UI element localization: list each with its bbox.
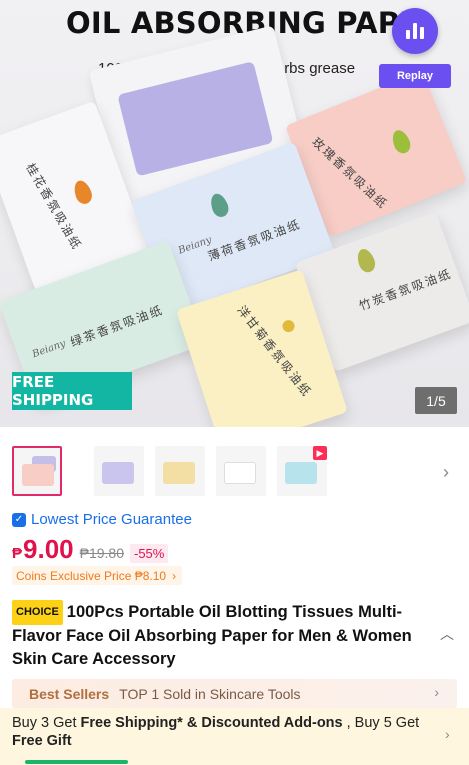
product-title-text: 100Pcs Portable Oil Blotting Tissues Mul…: [12, 603, 412, 668]
thumbnail-3[interactable]: [155, 446, 205, 496]
pack-label: 竹炭香氛吸油纸: [357, 266, 454, 314]
coins-label: Coins Exclusive Price ₱8.10: [16, 568, 167, 583]
thumbnail-4[interactable]: [216, 446, 266, 496]
pack-label: 绿茶香氛吸油纸: [68, 302, 166, 350]
discount-badge: -55%: [130, 544, 169, 563]
stats-chart-icon[interactable]: [392, 8, 438, 54]
thumbnail-next-chevron-right-icon[interactable]: ›: [443, 462, 449, 483]
lowest-price-guarantee[interactable]: ✓ Lowest Price Guarantee: [12, 511, 192, 528]
original-price: ₱19.80: [79, 545, 124, 561]
thumbnail-2[interactable]: [94, 446, 144, 496]
guarantee-label: Lowest Price Guarantee: [31, 511, 192, 528]
pack-label: 玫瑰香氛吸油纸: [309, 134, 391, 212]
shield-check-icon: ✓: [12, 512, 26, 527]
best-sellers-banner[interactable]: Best Sellers TOP 1 Sold in Skincare Tool…: [12, 679, 457, 708]
product-image-carousel[interactable]: OIL ABSORBING PAPE 100pcs/pack Absorbs g…: [0, 0, 469, 427]
chevron-right-icon: ›: [434, 684, 439, 700]
bundle-progress-bar: [25, 760, 128, 764]
product-title: CHOICE 100Pcs Portable Oil Blotting Tissu…: [12, 600, 432, 671]
chevron-right-icon: ›: [172, 568, 177, 583]
pack-brand: Beiany: [30, 338, 68, 361]
pack-label: 薄荷香氛吸油纸: [206, 217, 303, 264]
chamomile-graphic: [280, 318, 297, 334]
bundle-deal-banner[interactable]: Buy 3 Get Free Shipping* & Discounted Ad…: [0, 708, 469, 765]
price-row: ₱9.00 ₱19.80 -55%: [12, 534, 169, 565]
thumbnail-5[interactable]: ▶: [277, 446, 327, 496]
bundle-deal-text: Buy 3 Get Free Shipping* & Discounted Ad…: [12, 715, 420, 749]
choice-badge: CHOICE: [12, 600, 63, 625]
mint-graphic: [207, 191, 232, 220]
chevron-right-icon: ›: [445, 726, 450, 742]
thumbnail-strip: ▶: [0, 440, 469, 502]
pack-label: 洋甘菊香氛吸油纸: [234, 302, 315, 400]
best-sellers-label: Best Sellers: [29, 685, 110, 702]
video-icon: ▶: [313, 446, 327, 460]
current-price: ₱9.00: [12, 534, 74, 564]
best-sellers-rank: TOP 1 Sold in Skincare Tools: [119, 685, 301, 702]
chevron-up-icon[interactable]: ︿: [440, 624, 454, 644]
replay-button[interactable]: Replay: [379, 64, 451, 88]
bamboo-graphic: [354, 246, 378, 275]
coins-exclusive-price[interactable]: Coins Exclusive Price ₱8.10 ›: [12, 566, 183, 585]
osmanthus-graphic: [71, 178, 95, 207]
thumbnail-1[interactable]: [12, 446, 62, 496]
free-shipping-badge: FREE SHIPPING: [12, 372, 132, 410]
image-counter: 1/5: [415, 387, 457, 414]
leaf-graphic: [389, 127, 414, 156]
pack-label: 桂花香氛吸油纸: [23, 160, 85, 253]
